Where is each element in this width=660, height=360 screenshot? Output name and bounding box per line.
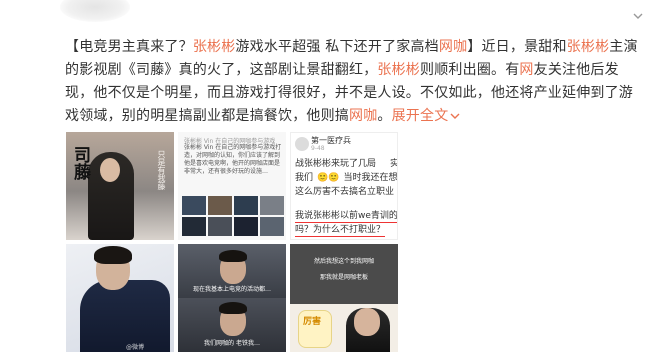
chat-line: 吗？为什么不打职业？ — [295, 225, 386, 237]
chat-line: 战张彬彬来玩了几局 实 — [295, 159, 397, 170]
thumbnail — [260, 217, 284, 236]
chat-line: 我说张彬彬以前we青训的 — [295, 211, 398, 223]
thumbnail — [234, 196, 258, 215]
thumbnail — [234, 217, 258, 236]
suit-figure — [80, 280, 170, 352]
keyword-link[interactable]: 网咖 — [439, 39, 467, 55]
video-hair — [219, 302, 247, 314]
image-portrait[interactable]: @微博 — [66, 244, 174, 352]
post-text: 。 — [377, 108, 392, 124]
portrait-hair — [94, 246, 132, 264]
name-link[interactable]: 张彬彬 — [193, 39, 236, 55]
chat-text: 我们 — [295, 173, 314, 183]
sticker-label: 厉害 — [303, 317, 322, 327]
video-caption: 然后我想这个到我网咖 — [313, 258, 374, 265]
chat-date: 9-48 — [311, 145, 325, 152]
post-body: 【电竞男主真来了？张彬彬游戏水平超强 私下还开了家高档网咖】近日，景甜和张彬彬主… — [65, 36, 645, 128]
chat-text: 实 — [390, 159, 397, 169]
name-link[interactable]: 张彬彬 — [567, 39, 610, 55]
chat-text: 战张彬彬来玩了几局 — [295, 159, 377, 169]
keyword-link[interactable]: 网 — [519, 62, 533, 78]
post-text: 游戏水平超强 私下还开了家高档 — [235, 39, 439, 55]
expand-label[interactable]: 展开全文 — [392, 108, 449, 124]
chat-line: 这么厉害不去搞名立职业 — [295, 187, 395, 197]
chat-line: 我们 🙂🙂 当时我还在想 — [295, 173, 398, 183]
poster-vertical-text: 只是有我藤 — [157, 150, 166, 190]
thumbnail — [208, 196, 232, 215]
article-body: 张彬彬 Vin 在自己的网咖参与游戏打造，对网咖的认知，你们应该了解到他是喜欢电… — [184, 144, 282, 175]
image-article-screenshot[interactable]: 张彬彬 Vin 在自己的网咖参与游戏 张彬彬 Vin 在自己的网咖参与游戏打造，… — [178, 132, 286, 240]
image-video-stills[interactable]: 现在我基本上电竞的活动都… 我们网咖的 老铁我… — [178, 244, 286, 352]
keyword-link[interactable]: 网咖 — [349, 108, 377, 124]
image-drama-poster[interactable]: 司藤 只是有我藤 — [66, 132, 174, 240]
thumbnail — [260, 196, 284, 215]
image-chat-screenshot[interactable]: 第一医疗兵 9-48 战张彬彬来玩了几局实 我们🙂🙂当时我还在想 这么厉害不去搞… — [290, 132, 398, 240]
video-caption: 现在我基本上电竞的活动都… — [192, 286, 271, 293]
chat-text: 当时我还在想 — [343, 173, 398, 183]
name-link[interactable]: 张彬彬 — [377, 62, 420, 78]
image-comic-video[interactable]: 然后我想这个到我网咖 那我就是网咖老板 厉害 — [290, 244, 398, 352]
thumbnail — [182, 217, 206, 236]
post-text: 则顺利出圈。有 — [420, 62, 520, 78]
post-text: 】近日，景甜和 — [467, 39, 567, 55]
post-text: 【电竞男主真来了？ — [65, 39, 193, 55]
video-face — [354, 308, 380, 336]
video-hair — [219, 250, 247, 262]
post-header — [0, 0, 660, 30]
expand-full-text-link[interactable]: 展开全文 — [392, 108, 461, 124]
article-thumbnails — [182, 196, 284, 236]
chevron-down-icon — [450, 113, 460, 119]
thumbnail — [208, 217, 232, 236]
poster-title: 司藤 — [70, 146, 90, 180]
image-grid: 司藤 只是有我藤 张彬彬 Vin 在自己的网咖参与游戏 张彬彬 Vin 在自己的… — [66, 132, 398, 354]
avatar — [295, 137, 309, 151]
chevron-down-icon[interactable] — [633, 11, 643, 21]
blurred-avatar — [60, 0, 130, 22]
image-watermark: @微博 — [126, 344, 145, 351]
video-caption: 我们网咖的 老铁我… — [204, 340, 260, 347]
poster-face — [100, 158, 120, 182]
thumbnail — [182, 196, 206, 215]
video-caption: 那我就是网咖老板 — [319, 274, 368, 281]
